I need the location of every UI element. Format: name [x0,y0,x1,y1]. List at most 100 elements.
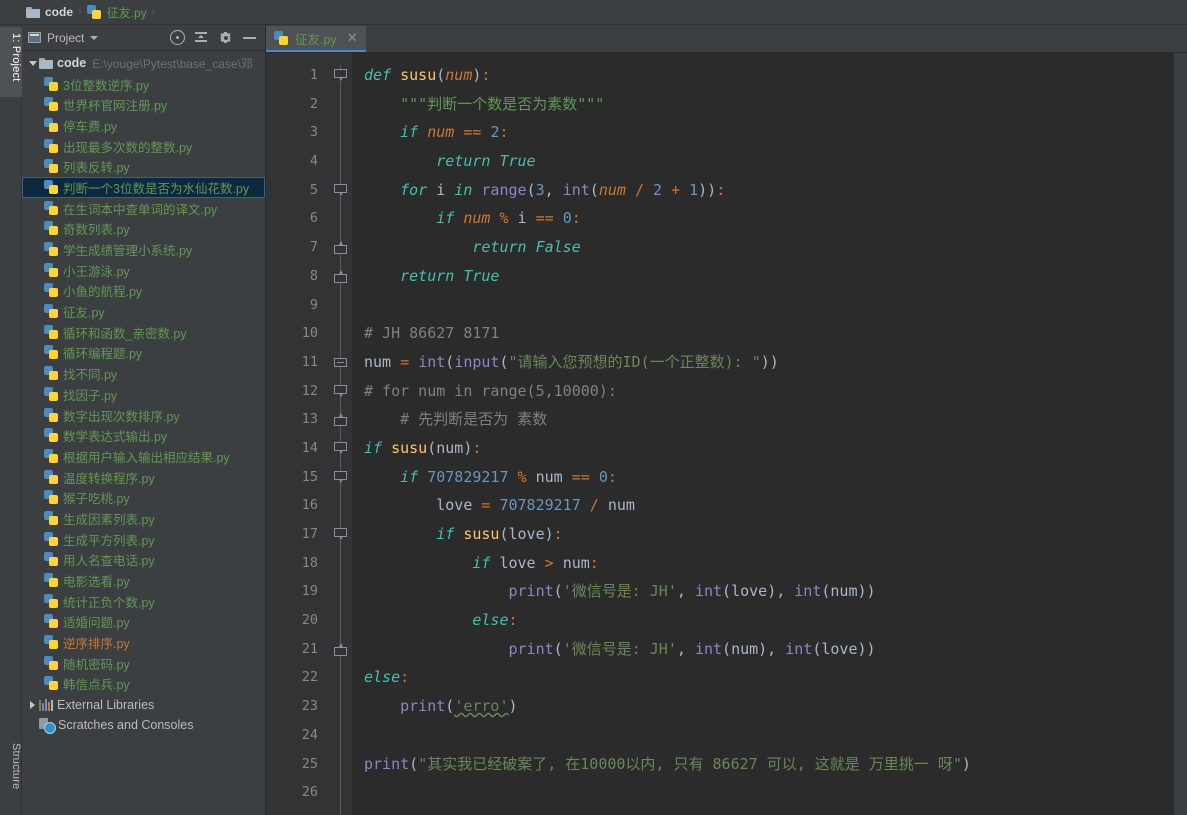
chevron-down-icon[interactable] [90,35,99,40]
tree-row-file[interactable]: 逆序排序.py [22,632,265,653]
tree-row-file[interactable]: 生成平方列表.py [22,529,265,550]
tree-row-file[interactable]: 生成因素列表.py [22,508,265,529]
tree-row-file[interactable]: 根据用户输入输出相应结果.py [22,446,265,467]
project-tree[interactable]: code E:\youge\Pytest\base_case\邓 3位整数逆序.py… [22,51,265,815]
tree-row-file[interactable]: 世界杯官网注册.py [22,94,265,115]
expand-arrow-icon[interactable] [26,700,39,709]
tree-row-file[interactable]: 随机密码.py [22,653,265,674]
code-line[interactable]: else: [352,606,1187,635]
fold-marker-icon[interactable] [334,413,347,427]
code-line[interactable]: else: [352,663,1187,692]
editor-tab-zhengyou[interactable]: 征友.py ✕ [266,26,366,52]
fold-marker-icon[interactable] [334,528,347,541]
tree-row-root[interactable]: code E:\youge\Pytest\base_case\邓 [22,53,265,74]
fold-marker-icon[interactable] [334,470,347,484]
code-editor[interactable]: 1 2 3 4 5 6 7 8 9 10 11 12 13 14 15 16 17 18 19 20 21 22 23 24 2… [266,53,1187,815]
tree-row-file[interactable]: 学生成绩管理小系统.py [22,239,265,260]
breadcrumb-root[interactable]: code [26,5,73,19]
sidebar-tab-structure[interactable]: Structure [0,737,22,811]
fold-marker-icon[interactable] [334,384,347,398]
code-line[interactable]: print('微信号是: JH', int(num), int(love)) [352,635,1187,664]
tree-row-file[interactable]: 征友.py [22,301,265,322]
close-icon[interactable]: ✕ [347,30,358,46]
code-line[interactable]: if susu(num): [352,434,1187,463]
tree-row-file[interactable]: 在生词本中查单词的译文.py [22,198,265,219]
code-line[interactable] [352,291,1187,320]
fold-row [330,319,352,348]
minimize-icon[interactable] [242,30,257,45]
tree-row-file[interactable]: 3位整数逆序.py [22,74,265,95]
code-line[interactable]: print('微信号是: JH', int(love), int(num)) [352,577,1187,606]
code-line[interactable]: love = 707829217 / num [352,491,1187,520]
fold-marker-icon[interactable] [334,642,347,656]
code-fold-gutter[interactable] [330,53,352,815]
tree-row-scratches-icon[interactable]: Scratches and Consoles [22,715,265,736]
tree-row-file[interactable]: 电影选看.py [22,570,265,591]
code-line[interactable]: # for num in range(5,10000): [352,377,1187,406]
fold-marker-icon[interactable] [334,241,347,255]
tree-row-file[interactable]: 用人名查电话.py [22,550,265,571]
editor-marker-strip[interactable] [1174,53,1187,815]
code-line[interactable]: if love > num: [352,549,1187,578]
code-line[interactable]: if 707829217 % num == 0: [352,463,1187,492]
code-line[interactable]: print('erro') [352,692,1187,721]
python-file-icon [44,97,59,112]
code-line[interactable]: return True [352,147,1187,176]
breadcrumb-file[interactable]: 征友.py [86,4,147,21]
code-line[interactable]: if susu(love): [352,520,1187,549]
scratches-icon [39,718,56,735]
editor-tab-label: 征友.py [295,32,337,47]
tree-row-file[interactable]: 判断一个3位数是否为水仙花数.py [22,177,265,198]
tree-row-file[interactable]: 数字出现次数排序.py [22,405,265,426]
tree-row-file[interactable]: 找因子.py [22,384,265,405]
tree-row-file[interactable]: 小鱼的航程.py [22,281,265,302]
fold-marker-icon[interactable] [334,183,347,197]
code-line[interactable]: def susu(num): [352,61,1187,90]
tree-extra-label: External Libraries [57,697,155,712]
tree-row-file[interactable]: 温度转换程序.py [22,467,265,488]
code-line[interactable] [352,778,1187,807]
code-line[interactable]: # JH 86627 8171 [352,319,1187,348]
code-line[interactable]: if num == 2: [352,118,1187,147]
tree-row-file[interactable]: 统计正负个数.py [22,591,265,612]
tree-row-libraries-icon[interactable]: External Libraries [22,694,265,715]
sidebar-tab-project[interactable]: 1: Project [0,27,22,97]
tree-row-file[interactable]: 找不同.py [22,363,265,384]
code-line[interactable] [352,721,1187,750]
breadcrumb-separator-2: › [151,6,156,18]
fold-marker-icon[interactable] [334,356,347,369]
tree-row-file[interactable]: 韩信点兵.py [22,674,265,695]
code-line[interactable]: # 先判断是否为 素数 [352,405,1187,434]
tree-row-file[interactable]: 数学表达式输出.py [22,425,265,446]
fold-row [330,348,352,377]
code-line[interactable]: return True [352,262,1187,291]
code-line[interactable]: num = int(input("请输入您预想的ID(一个正整数): ")) [352,348,1187,377]
fold-marker-icon[interactable] [334,69,347,82]
tree-file-label: 找因子.py [63,388,118,403]
fold-marker-icon[interactable] [334,441,347,455]
gear-icon[interactable] [218,30,233,45]
tree-row-file[interactable]: 猴子吃桃.py [22,487,265,508]
code-content[interactable]: def susu(num): """判断一个数是否为素数""" if num =… [352,53,1187,815]
tree-row-file[interactable]: 列表反转.py [22,156,265,177]
tree-row-file[interactable]: 停车费.py [22,115,265,136]
python-file-icon [44,366,59,381]
tree-row-file[interactable]: 循环和函数_亲密数.py [22,322,265,343]
code-line[interactable]: for i in range(3, int(num / 2 + 1)): [352,176,1187,205]
collapse-all-icon[interactable] [194,30,209,45]
tree-row-file[interactable]: 小王游泳.py [22,260,265,281]
code-line[interactable]: """判断一个数是否为素数""" [352,90,1187,119]
tree-row-file[interactable]: 奇数列表.py [22,219,265,240]
python-file-icon [44,283,59,298]
expand-arrow-icon[interactable] [26,60,39,66]
fold-row [330,549,352,578]
tree-row-file[interactable]: 适婚问题.py [22,612,265,633]
code-line[interactable]: if num % i == 0: [352,204,1187,233]
fold-marker-icon[interactable] [334,269,347,283]
tree-row-file[interactable]: 出现最多次数的整数.py [22,136,265,157]
locate-target-icon[interactable] [170,30,185,45]
code-line[interactable]: print("其实我已经破案了, 在10000以内, 只有 86627 可以, … [352,750,1187,779]
python-file-icon [44,510,59,526]
code-line[interactable]: return False [352,233,1187,262]
tree-row-file[interactable]: 循环编程题.py [22,343,265,364]
